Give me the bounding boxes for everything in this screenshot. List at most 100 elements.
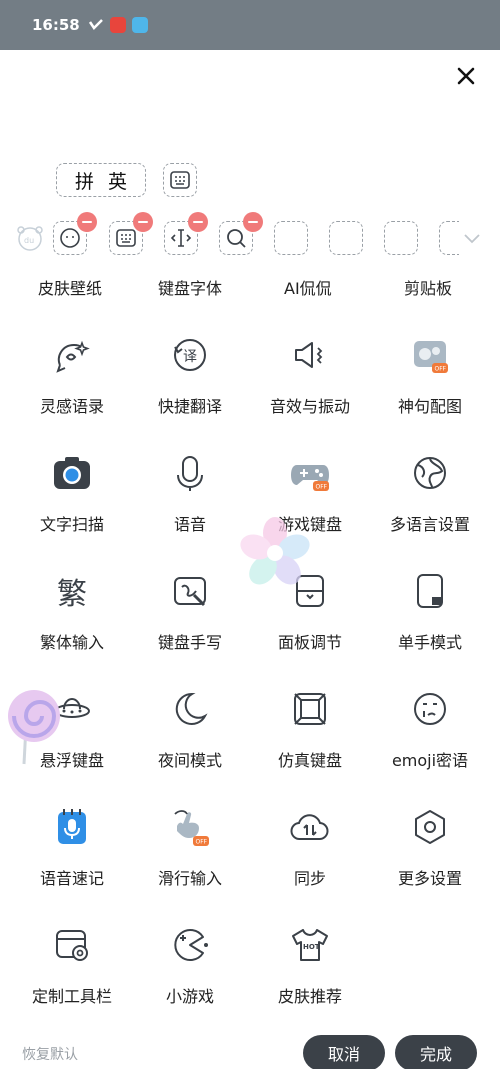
remove-badge[interactable]: [77, 212, 97, 232]
slot-empty[interactable]: [384, 221, 418, 255]
grid-item-sound[interactable]: 音效与振动: [250, 333, 370, 433]
pinyin-label: 拼: [74, 170, 94, 193]
grid-item-voice-note[interactable]: 语音速记: [12, 805, 132, 905]
toolbar-label-skin: 皮肤壁纸: [38, 279, 103, 298]
slot-empty[interactable]: [274, 221, 308, 255]
custom-toolbar-icon: [56, 930, 88, 961]
slot-cursor[interactable]: [164, 212, 208, 255]
grid-item-swipe[interactable]: OFF 滑行输入: [130, 805, 250, 905]
remove-badge[interactable]: [133, 212, 153, 232]
toolbar-label-clipboard: 剪贴板: [404, 279, 453, 298]
off-badge: OFF: [435, 366, 447, 373]
slot-empty[interactable]: [439, 221, 459, 255]
remove-badge[interactable]: [188, 212, 208, 232]
face-icon: [60, 228, 80, 248]
grid-item-language[interactable]: 多语言设置: [370, 451, 490, 551]
done-button[interactable]: 完成: [395, 1035, 477, 1069]
grid-item-inspiration[interactable]: 灵感语录: [12, 333, 132, 433]
slot-search[interactable]: [219, 212, 263, 255]
keyboard-layout-button[interactable]: [163, 163, 197, 197]
voice-note-icon: [58, 809, 86, 844]
grid-item-traditional[interactable]: 繁 繁体输入: [12, 569, 132, 669]
grid-item-scan[interactable]: 文字扫描: [12, 451, 132, 551]
input-mode-toggle[interactable]: 拼 英: [56, 163, 146, 197]
lollipop-sticker-icon: [8, 690, 60, 765]
heart-check-icon: [88, 19, 103, 30]
grid-item-night[interactable]: 夜间模式: [130, 687, 250, 787]
one-hand-icon: [417, 574, 443, 608]
settings-icon: [415, 810, 445, 844]
restore-default-link[interactable]: 恢复默认: [22, 1044, 78, 1064]
grid-item-sync[interactable]: 同步: [250, 805, 370, 905]
grid-label: 小游戏: [165, 987, 214, 1006]
grid-label: 文字扫描: [39, 515, 104, 534]
toolbar-label-ai: AI侃侃: [284, 279, 332, 298]
hot-label: HOT: [303, 943, 320, 951]
svg-text:du: du: [24, 236, 34, 245]
grid-label: 定制工具栏: [31, 987, 112, 1006]
grid-label: 单手模式: [397, 633, 462, 652]
grid-label: 神句配图: [397, 397, 462, 416]
grid-item-emoji[interactable]: emoji密语: [370, 687, 490, 787]
slot-keyboard[interactable]: [109, 212, 153, 255]
app-blue-icon: [131, 17, 148, 33]
grid-label: 皮肤推荐: [277, 987, 342, 1006]
grid-item-more-settings[interactable]: 更多设置: [370, 805, 490, 905]
status-time: 16:58: [32, 16, 80, 34]
grid-item-voice[interactable]: 语音: [130, 451, 250, 551]
search-icon: [227, 229, 246, 248]
app-heart-icon: [109, 17, 126, 33]
grid-item-simulated[interactable]: 仿真键盘: [250, 687, 370, 787]
grid-label: 夜间模式: [157, 751, 222, 770]
keyboard-icon: [170, 171, 190, 189]
grid-label: emoji密语: [391, 751, 469, 770]
grid-label: 多语言设置: [389, 515, 470, 534]
gamepad-icon: OFF: [291, 465, 329, 491]
remove-badge[interactable]: [243, 212, 263, 232]
logo-icon: du: [17, 226, 43, 251]
grid-item-handwriting[interactable]: 键盘手写: [130, 569, 250, 669]
grid-item-skin-recommend[interactable]: HOT 皮肤推荐: [250, 923, 370, 1023]
microphone-icon: [177, 456, 203, 491]
status-bar: 16:58: [0, 0, 500, 50]
grid-label: 繁体输入: [39, 633, 104, 652]
close-button[interactable]: [454, 66, 478, 90]
grid-label: 仿真键盘: [277, 751, 342, 770]
grid-label: 面板调节: [277, 633, 342, 652]
slot-empty[interactable]: [329, 221, 363, 255]
cancel-button[interactable]: 取消: [303, 1035, 385, 1069]
grid-item-minigame[interactable]: 小游戏: [130, 923, 250, 1023]
grid-item-translate[interactable]: 译 快捷翻译: [130, 333, 250, 433]
toolbar-label-font: 键盘字体: [158, 279, 223, 298]
emoji-icon: [414, 693, 446, 725]
keyboard-icon: [116, 229, 136, 247]
toolbar-slots: du: [0, 212, 500, 259]
translate-icon: 译: [174, 339, 206, 371]
inspiration-icon: [56, 340, 90, 373]
simulated-keyboard-icon: [294, 693, 326, 725]
svg-text:译: 译: [183, 349, 197, 365]
meme-image-icon: OFF: [414, 341, 448, 373]
handwriting-icon: [174, 577, 206, 607]
swipe-input-icon: OFF: [174, 810, 209, 846]
tshirt-icon: HOT: [292, 929, 328, 961]
grid-label: 滑行输入: [157, 869, 222, 888]
grid-label: 语音速记: [39, 869, 104, 888]
english-label: 英: [108, 170, 128, 193]
grid-item-custom-toolbar[interactable]: 定制工具栏: [12, 923, 132, 1023]
sound-vibration-icon: [295, 342, 323, 368]
off-badge: OFF: [316, 484, 328, 491]
minigame-icon: [174, 929, 208, 961]
grid-item-one-hand[interactable]: 单手模式: [370, 569, 490, 669]
off-badge: OFF: [196, 839, 208, 846]
grid-label: 更多设置: [397, 869, 462, 888]
grid-label: 音效与振动: [269, 397, 350, 416]
slot-emoji[interactable]: [53, 212, 97, 255]
camera-icon: [54, 457, 90, 489]
grid-label: 快捷翻译: [157, 397, 222, 416]
grid-item-meme[interactable]: OFF 神句配图: [370, 333, 490, 433]
grid-label: 灵感语录: [39, 397, 104, 416]
chevron-down-icon[interactable]: [463, 231, 481, 245]
cursor-move-icon: [170, 229, 192, 247]
moon-icon: [175, 692, 208, 725]
